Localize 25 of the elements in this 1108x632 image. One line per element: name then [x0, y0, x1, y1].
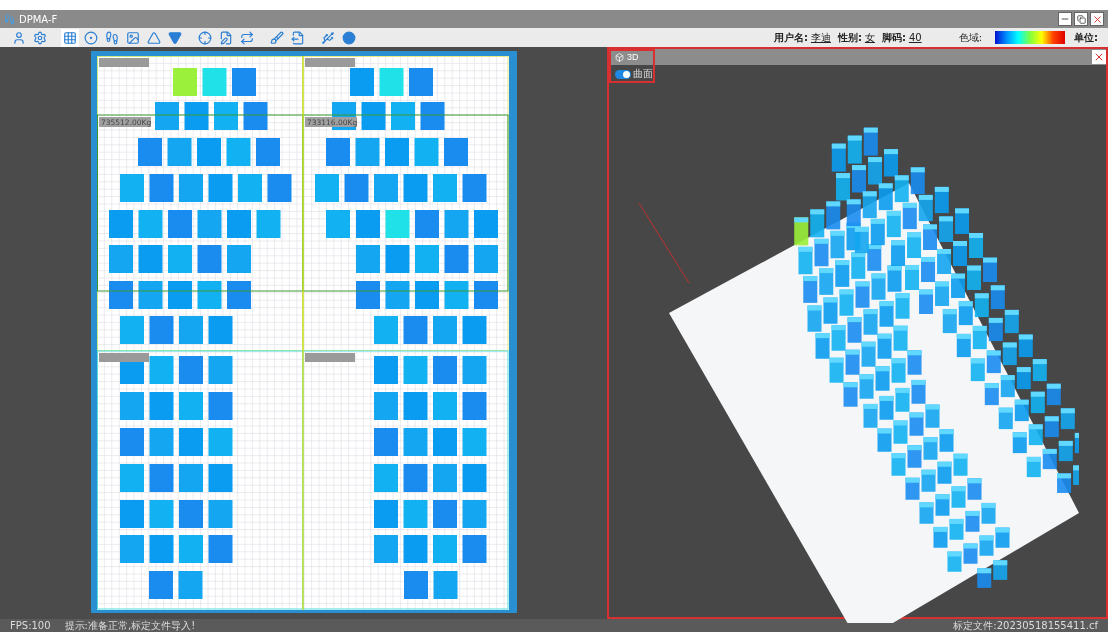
close-button[interactable]: [1092, 50, 1106, 64]
app-logo-icon: [4, 13, 15, 25]
close-icon: [1091, 13, 1103, 25]
grid-icon[interactable]: [61, 28, 79, 47]
restore-icon: [1076, 14, 1086, 24]
window-title: DPMA-F: [19, 13, 58, 25]
gender-label: 性别:: [837, 30, 862, 45]
gender-value[interactable]: 女: [864, 30, 875, 45]
fps-text: FPS:100: [10, 620, 51, 631]
shoe-size-value[interactable]: 40: [908, 32, 922, 43]
color-scale-bar: [995, 31, 1065, 44]
brush-icon[interactable]: [268, 28, 286, 47]
surface-toggle[interactable]: [615, 69, 631, 79]
shoe-size-label: 脚码:: [881, 30, 906, 45]
close-button[interactable]: [1090, 12, 1104, 26]
region-weight-label: [98, 117, 151, 127]
color-range-label: 色域:: [958, 30, 982, 45]
calibration-file-text: 标定文件:20230518155411.cf: [953, 618, 1098, 632]
username-label: 用户名:: [773, 30, 808, 45]
username-value[interactable]: 李迪: [810, 30, 831, 45]
restore-button[interactable]: [1074, 12, 1088, 26]
toggle-label: 曲面: [633, 67, 653, 81]
status-message: 提示:准备正常,标定文件导入!: [64, 618, 196, 632]
unit-label: 单位:: [1074, 30, 1098, 45]
minimize-button[interactable]: [1058, 12, 1072, 26]
